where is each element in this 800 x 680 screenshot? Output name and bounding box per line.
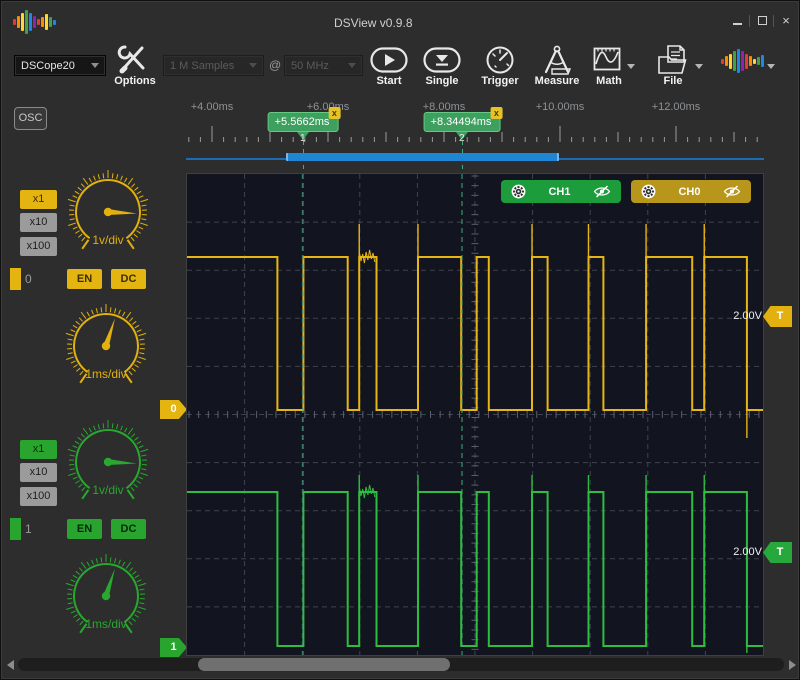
maximize-button[interactable] — [753, 13, 771, 29]
ch1-gain-x1-button[interactable]: x1 — [20, 440, 57, 459]
ch1-enable-button[interactable]: EN — [67, 519, 102, 539]
ch0-gain-x100-button[interactable]: x100 — [20, 237, 57, 256]
cursor-1-flag[interactable]: +5.5662ms x — [267, 107, 341, 132]
gear-icon[interactable] — [641, 184, 656, 199]
device-select[interactable]: DSCope20 — [14, 55, 106, 76]
cursor-1-close-icon[interactable]: x — [328, 107, 341, 119]
file-button[interactable] — [656, 44, 690, 75]
ch0-gain-x1-button[interactable]: x1 — [20, 190, 57, 209]
ch0-horizontal-scale-dial[interactable]: 1ms/div — [56, 298, 156, 398]
eye-off-icon[interactable] — [593, 185, 611, 198]
sample-rate-select[interactable]: 50 MHz — [284, 55, 363, 76]
eye-off-icon[interactable] — [723, 185, 741, 198]
close-button[interactable]: × — [777, 13, 795, 29]
scrollbar-thumb[interactable] — [198, 658, 450, 671]
math-menu-arrow-icon[interactable] — [627, 64, 635, 69]
measure-button[interactable] — [538, 44, 576, 75]
ch1-index-label: 1 — [25, 522, 32, 536]
file-folder-icon — [658, 45, 687, 74]
chevron-down-icon — [249, 63, 257, 68]
ch0-enable-button[interactable]: EN — [67, 269, 102, 289]
trigger-gauge-icon — [486, 46, 514, 74]
options-label: Options — [114, 75, 156, 87]
ch0-gain-x10-button[interactable]: x10 — [20, 213, 57, 232]
ch0-coupling-button[interactable]: DC — [111, 269, 146, 289]
window-title: DSView v0.9.8 — [334, 16, 413, 30]
ch1-gain-x100-button[interactable]: x100 — [20, 487, 57, 506]
sample-count-select[interactable]: 1 M Samples — [163, 55, 264, 76]
cursor-2-close-icon[interactable]: x — [490, 107, 503, 119]
ch1-badge-label: CH1 — [548, 185, 571, 198]
ch0-index-label: 0 — [25, 272, 32, 286]
dsview-window: DSView v0.9.8 × DSCope20 Options 1 M Sam… — [0, 0, 800, 680]
titlebar-divider — [773, 15, 774, 27]
ch0-zero-marker[interactable]: 0 — [160, 400, 187, 419]
single-label: Single — [425, 75, 459, 87]
ch1-vertical-scale-dial[interactable]: 1v/div — [58, 414, 158, 514]
dsview-logo-icon — [721, 47, 764, 75]
scroll-right-arrow[interactable] — [789, 660, 796, 670]
ch1-zero-marker[interactable]: 1 — [160, 638, 187, 657]
start-label: Start — [376, 75, 402, 87]
minimize-button[interactable] — [728, 13, 746, 29]
start-button[interactable] — [370, 47, 408, 73]
at-symbol: @ — [269, 58, 282, 72]
svg-text:1ms/div: 1ms/div — [85, 367, 126, 381]
chevron-down-icon — [91, 63, 99, 68]
ch1-trigger-level-value: 2.00V — [733, 546, 762, 558]
osc-mode-button[interactable]: OSC — [14, 107, 47, 130]
trigger-label: Trigger — [481, 75, 519, 87]
gear-icon[interactable] — [511, 184, 526, 199]
math-wave-icon — [593, 47, 621, 71]
ch1-gain-x10-button[interactable]: x10 — [20, 463, 57, 482]
svg-text:1ms/div: 1ms/div — [85, 617, 126, 631]
trigger-button[interactable] — [485, 45, 515, 75]
ch1-coupling-button[interactable]: DC — [111, 519, 146, 539]
cursor-2-flag[interactable]: +8.34494ms x — [423, 107, 503, 132]
ch0-color-tab[interactable] — [10, 268, 21, 290]
wrench-screwdriver-icon — [117, 45, 145, 74]
titlebar-divider — [749, 15, 750, 27]
math-button[interactable] — [593, 46, 621, 73]
ch1-trigger-flag[interactable]: T — [763, 542, 792, 563]
measure-label: Measure — [534, 75, 580, 87]
single-capture-icon — [423, 47, 461, 73]
ch1-badge[interactable]: CH1 — [501, 180, 621, 203]
compass-protractor-icon — [544, 45, 572, 75]
math-label: Math — [596, 75, 622, 87]
ch0-trigger-flag[interactable]: T — [763, 306, 792, 327]
chevron-down-icon — [348, 63, 356, 68]
single-button[interactable] — [423, 47, 461, 73]
nav-viewport-thumb[interactable] — [286, 153, 559, 161]
file-label: File — [663, 75, 683, 87]
horizontal-scrollbar[interactable] — [18, 658, 784, 671]
play-icon — [370, 47, 408, 73]
svg-text:1v/div: 1v/div — [92, 483, 123, 497]
options-button[interactable] — [115, 44, 149, 74]
ch1-horizontal-scale-dial[interactable]: 1ms/div — [56, 548, 156, 648]
ch0-badge-label: CH0 — [678, 185, 701, 198]
file-menu-arrow-icon[interactable] — [695, 64, 703, 69]
waveform-view[interactable] — [186, 173, 764, 656]
ch0-trigger-level-value: 2.00V — [733, 310, 762, 322]
ch1-color-tab[interactable] — [10, 518, 21, 540]
dsview-logo-icon — [13, 7, 56, 37]
svg-text:1v/div: 1v/div — [92, 233, 123, 247]
ch0-vertical-scale-dial[interactable]: 1v/div — [58, 164, 158, 264]
ch0-badge[interactable]: CH0 — [631, 180, 751, 203]
logo-menu-arrow-icon[interactable] — [767, 64, 775, 69]
scroll-left-arrow[interactable] — [7, 660, 14, 670]
